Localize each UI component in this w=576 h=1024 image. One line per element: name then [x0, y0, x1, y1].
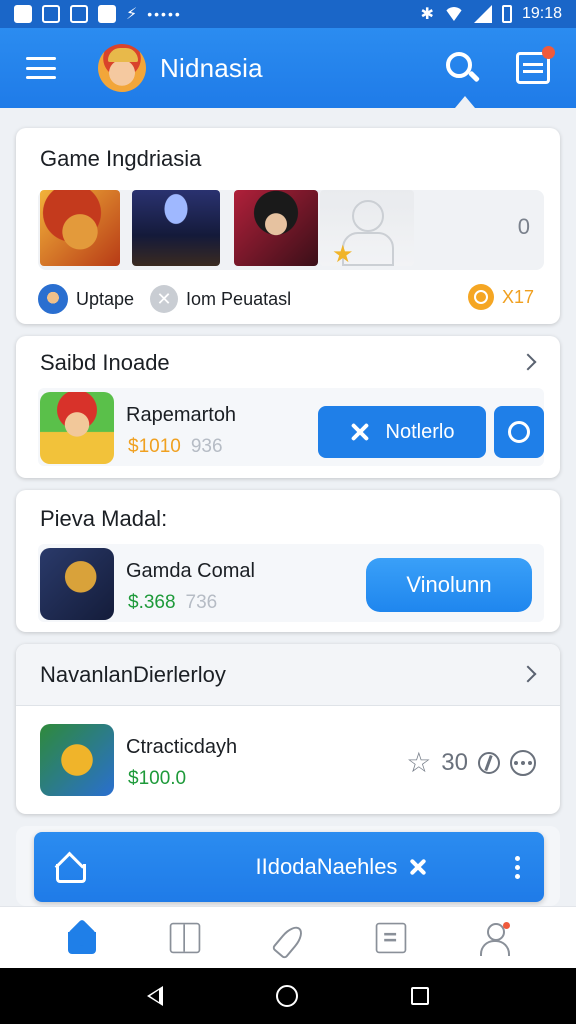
floating-banner[interactable]: IIdodaNaehles [34, 832, 544, 902]
nav-home-icon[interactable] [64, 920, 100, 956]
nav-rocket-icon[interactable] [270, 920, 306, 956]
shield-notification-icon [70, 5, 88, 23]
price-line: $.368 736 [128, 592, 217, 614]
system-navigation-bar [0, 968, 576, 1024]
price-line: $100.0 [128, 768, 186, 790]
bottom-navigation [0, 906, 576, 968]
home-outline-icon[interactable] [54, 854, 86, 883]
nav-box-icon[interactable] [169, 922, 201, 953]
coin-icon [467, 284, 494, 310]
system-indicators: ✱ 19:18 [421, 4, 562, 24]
app-title: Nidnasia [160, 52, 263, 83]
coin-count: X17 [501, 286, 534, 307]
old-price: 936 [190, 436, 223, 457]
star-outline-icon[interactable]: ☆ [406, 746, 431, 779]
card-title: Saibd Inoade [40, 350, 170, 375]
search-button[interactable] [444, 50, 481, 86]
game-icon[interactable] [40, 548, 114, 620]
app-bar: Nidnasia [0, 28, 576, 108]
wifi-icon [443, 7, 464, 21]
price: $100.0 [128, 768, 187, 789]
star-icon: ★ [332, 241, 354, 268]
price: $1010 [128, 436, 181, 457]
recents-icon[interactable] [411, 987, 430, 1005]
rating-row: ☆ 30 [406, 746, 536, 779]
block-icon[interactable] [478, 751, 500, 774]
new-releases-card: NavanlanDierlerloy Ctracticdayh $100.0 ☆… [16, 644, 560, 814]
more-notifications-indicator: ••••• [147, 6, 182, 22]
circle-icon [508, 421, 530, 443]
close-icon[interactable] [409, 858, 427, 876]
thumbnail-count: 0 [517, 214, 530, 239]
close-icon[interactable]: ✕ [150, 285, 179, 313]
game-thumbnail[interactable] [234, 190, 318, 266]
price: $.368 [128, 592, 176, 613]
kebab-menu-icon[interactable] [511, 852, 524, 883]
game-name: Ctracticdayh [126, 736, 238, 758]
sale-card: Saibd Inoade Rapemartoh $1010 936 Notlerl… [16, 336, 560, 478]
game-icon[interactable] [40, 724, 114, 796]
download-notification-icon [98, 5, 116, 23]
rating-value: 30 [441, 748, 468, 776]
search-pointer-caret [455, 96, 475, 108]
mobile-card: Pieva Madal: Gamda Comal $.368 736 Vinolu… [16, 490, 560, 632]
banner-text: IIdodaNaehles [255, 854, 398, 879]
card-title: Game Ingdriasia [40, 146, 202, 171]
menu-icon[interactable] [26, 57, 56, 79]
old-price: 736 [185, 592, 218, 613]
card-title: Pieva Madal: [40, 506, 168, 531]
close-icon [350, 422, 370, 442]
thumbnail-strip: ★ 0 [38, 190, 544, 270]
chevron-right-icon[interactable] [519, 353, 537, 371]
notification-icons: ⚡ ••••• [14, 4, 182, 24]
nav-profile-icon[interactable] [476, 920, 512, 956]
signal-icon [473, 5, 492, 23]
notlerlo-button[interactable]: Notlerlo [318, 406, 486, 458]
game-thumbnail[interactable] [132, 190, 220, 266]
game-name: Gamda Comal [126, 560, 255, 582]
battery-icon [501, 5, 512, 23]
coin-counter: X17 [467, 284, 534, 310]
notification-badge [542, 46, 555, 59]
home-circle-icon[interactable] [275, 985, 298, 1007]
avatar[interactable] [38, 284, 68, 314]
back-icon[interactable] [146, 986, 163, 1006]
card-title: NavanlanDierlerloy [40, 662, 226, 687]
action-label[interactable]: Iom Peuatasl [186, 289, 291, 310]
profile-badge [503, 921, 511, 929]
flash-notification-icon: ⚡ [126, 6, 138, 23]
game-name: Rapemartoh [126, 404, 237, 426]
app-logo [98, 44, 146, 92]
bluetooth-icon: ✱ [420, 6, 434, 23]
message-notification-icon [42, 5, 60, 23]
game-thumbnail[interactable] [40, 190, 120, 266]
circle-button[interactable] [494, 406, 544, 458]
nav-calendar-icon[interactable] [375, 922, 407, 953]
price-line: $1010 936 [128, 436, 223, 458]
app-notification-icon [14, 5, 32, 23]
game-icon[interactable] [40, 392, 114, 464]
banner-text-group: IIdodaNaehles [166, 854, 428, 880]
featured-card: Game Ingdriasia ★ 0 Uptape ✕ Iom Peuatas… [16, 128, 560, 324]
button-label: Notlerlo [385, 420, 455, 443]
update-label[interactable]: Uptape [76, 289, 134, 310]
status-bar: ⚡ ••••• ✱ 19:18 [0, 0, 576, 28]
featured-footer: Uptape ✕ Iom Peuatasl [38, 284, 291, 314]
clock: 19:18 [521, 5, 562, 22]
vinolunn-button[interactable]: Vinolunn [366, 558, 532, 612]
notifications-button[interactable] [516, 46, 555, 84]
more-options-icon[interactable] [510, 749, 536, 776]
